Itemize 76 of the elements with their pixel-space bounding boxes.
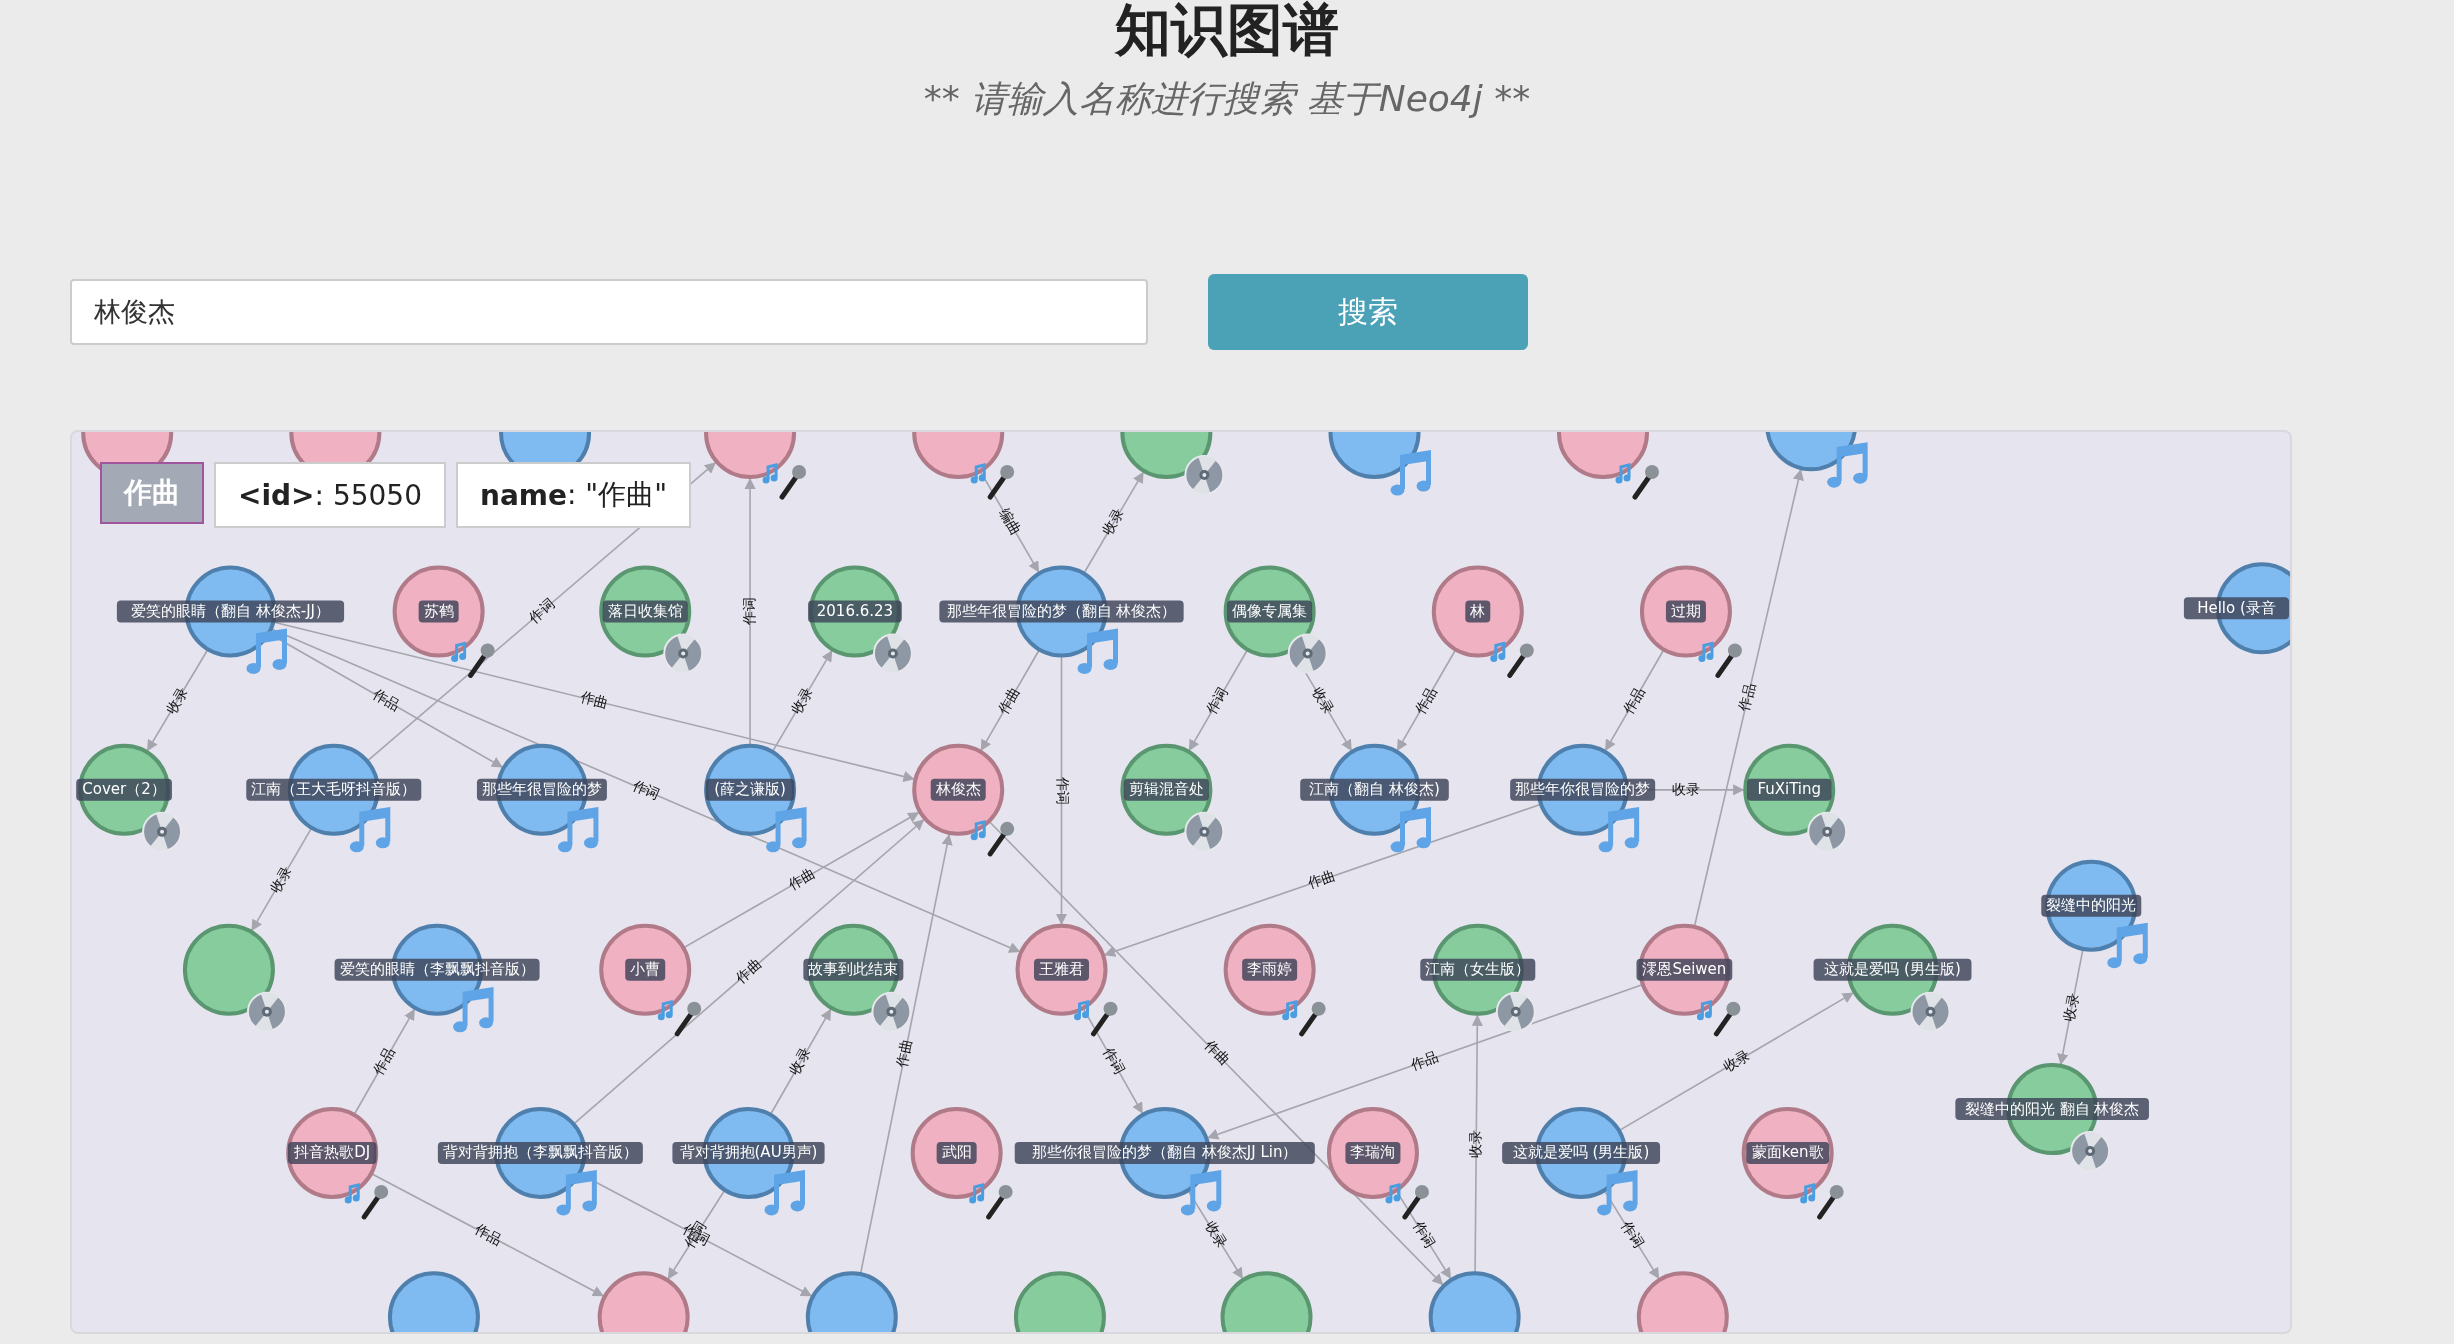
edge-label: 收录 — [162, 684, 191, 717]
node-label: 2016.6.23 — [808, 600, 902, 623]
node-label: 这就是爱吗 (男生版) — [1813, 959, 1972, 981]
edge-label: 作品 — [1735, 682, 1758, 713]
node-label: 那些年很冒险的梦 — [476, 779, 607, 802]
node-label: 裂缝中的阳光 — [2041, 894, 2142, 917]
node-name-tooltip: name: "作曲" — [455, 462, 692, 529]
node-label: 剪辑混音处 — [1123, 779, 1209, 802]
edge-label: 收录 — [2060, 992, 2082, 1023]
edge-label: 作品 — [1411, 684, 1440, 717]
edge-label: 作词 — [525, 595, 558, 627]
node-label: 裂缝中的阳光 翻自 林俊杰 — [1955, 1098, 2149, 1121]
node-label: 抖音热歌DJ — [287, 1142, 377, 1165]
node-label: (薛之谦版) — [705, 779, 795, 802]
node-label: 蒙面ken歌 — [1746, 1142, 1830, 1165]
edge-label: 收录 — [266, 863, 295, 896]
node-label: 那些年你很冒险的梦 — [1510, 779, 1656, 802]
node-label: 李瑞洵 — [1345, 1142, 1401, 1165]
edge-label: 作曲 — [732, 955, 765, 987]
edge-label: 作品 — [1619, 684, 1648, 717]
node-type-tooltip: 作曲 — [100, 462, 204, 525]
edge-label: 作曲 — [995, 684, 1023, 717]
page-subtitle: ** 请输入名称进行搜索 基于Neo4j ** — [923, 77, 1531, 122]
edge-label: 收录 — [1671, 781, 1700, 798]
edge-label: 作曲 — [785, 865, 818, 894]
edge-label: 作词 — [741, 597, 758, 626]
edge-label: 作曲 — [893, 1038, 915, 1069]
edge-label: 作曲 — [579, 688, 611, 711]
node-label: 落日收集馆 — [602, 600, 688, 623]
edge-label: 收录 — [787, 684, 816, 717]
node-label: 这就是爱吗 (男生版) — [1502, 1142, 1661, 1165]
node-label: 李雨婷 — [1242, 959, 1298, 981]
node-label: 背对背拥抱(AU男声) — [672, 1142, 825, 1165]
edge-label: 作词 — [1410, 1218, 1439, 1251]
edge-label: 作曲 — [1305, 866, 1338, 892]
node-label: 王雅君 — [1034, 959, 1089, 981]
edge-label: 收录 — [1099, 505, 1128, 539]
edge-label: 作曲 — [1201, 1037, 1233, 1069]
node-label: 林俊杰 — [930, 779, 986, 802]
edge-label: 作词 — [1054, 776, 1071, 805]
edge-label: 作词 — [630, 777, 663, 803]
node-label: 偶像专属集 — [1227, 600, 1313, 623]
edge-label: 作品 — [370, 686, 403, 714]
edge-label: 收录 — [786, 1044, 814, 1078]
node-label: 江南（女生版） — [1420, 959, 1536, 981]
edge-label: 作词 — [1203, 684, 1232, 717]
node-label: Hello (录音 — [2183, 597, 2289, 620]
edge-label: 作词 — [1618, 1218, 1647, 1251]
node-label: 澪恩Seiwen — [1636, 959, 1733, 981]
node-label: 林 — [1465, 600, 1491, 623]
edge-label: 作品 — [472, 1220, 505, 1248]
node-label: 苏鹤 — [418, 600, 459, 623]
edge-label: 收录 — [1202, 1218, 1231, 1251]
node-label: Cover（2） — [76, 779, 172, 802]
node-label: 江南（翻自 林俊杰) — [1300, 779, 1449, 802]
node-label: 过期 — [1665, 600, 1706, 623]
node-label: 那些年很冒险的梦（翻自 林俊杰） — [939, 600, 1184, 623]
node-label: 那些你很冒险的梦（翻自 林俊杰JJ Lin） — [1014, 1142, 1315, 1165]
node-label: 江南（王大毛呀抖音版） — [246, 779, 422, 802]
search-field[interactable]: 林俊杰 — [70, 279, 1148, 346]
node-label: 背对背拥抱（李飘飘抖音版） — [437, 1142, 643, 1165]
edge-label: 作品 — [1408, 1048, 1441, 1073]
edge-label: 收录 — [1308, 684, 1337, 717]
node-label: FuXiTing — [1747, 779, 1832, 802]
edge-label: 作品 — [369, 1044, 398, 1078]
node-label: 爱笑的眼睛（李飘飘抖音版） — [334, 959, 540, 981]
edge-label: 收录 — [1467, 1129, 1484, 1158]
page-title: 知识图谱 — [1115, 0, 1339, 64]
node-label: 小曹 — [625, 959, 666, 981]
edge-label: 作词 — [1100, 1044, 1128, 1078]
node-id-tooltip: <id>: 55050 — [214, 462, 446, 529]
node-label: 故事到此结束 — [803, 959, 904, 981]
node-label: 武阳 — [936, 1142, 977, 1165]
edge-label: 编曲 — [996, 505, 1025, 539]
node-label: 爱笑的眼睛（翻自 林俊杰-JJ） — [116, 600, 345, 623]
edge-label: 收录 — [1720, 1046, 1753, 1075]
